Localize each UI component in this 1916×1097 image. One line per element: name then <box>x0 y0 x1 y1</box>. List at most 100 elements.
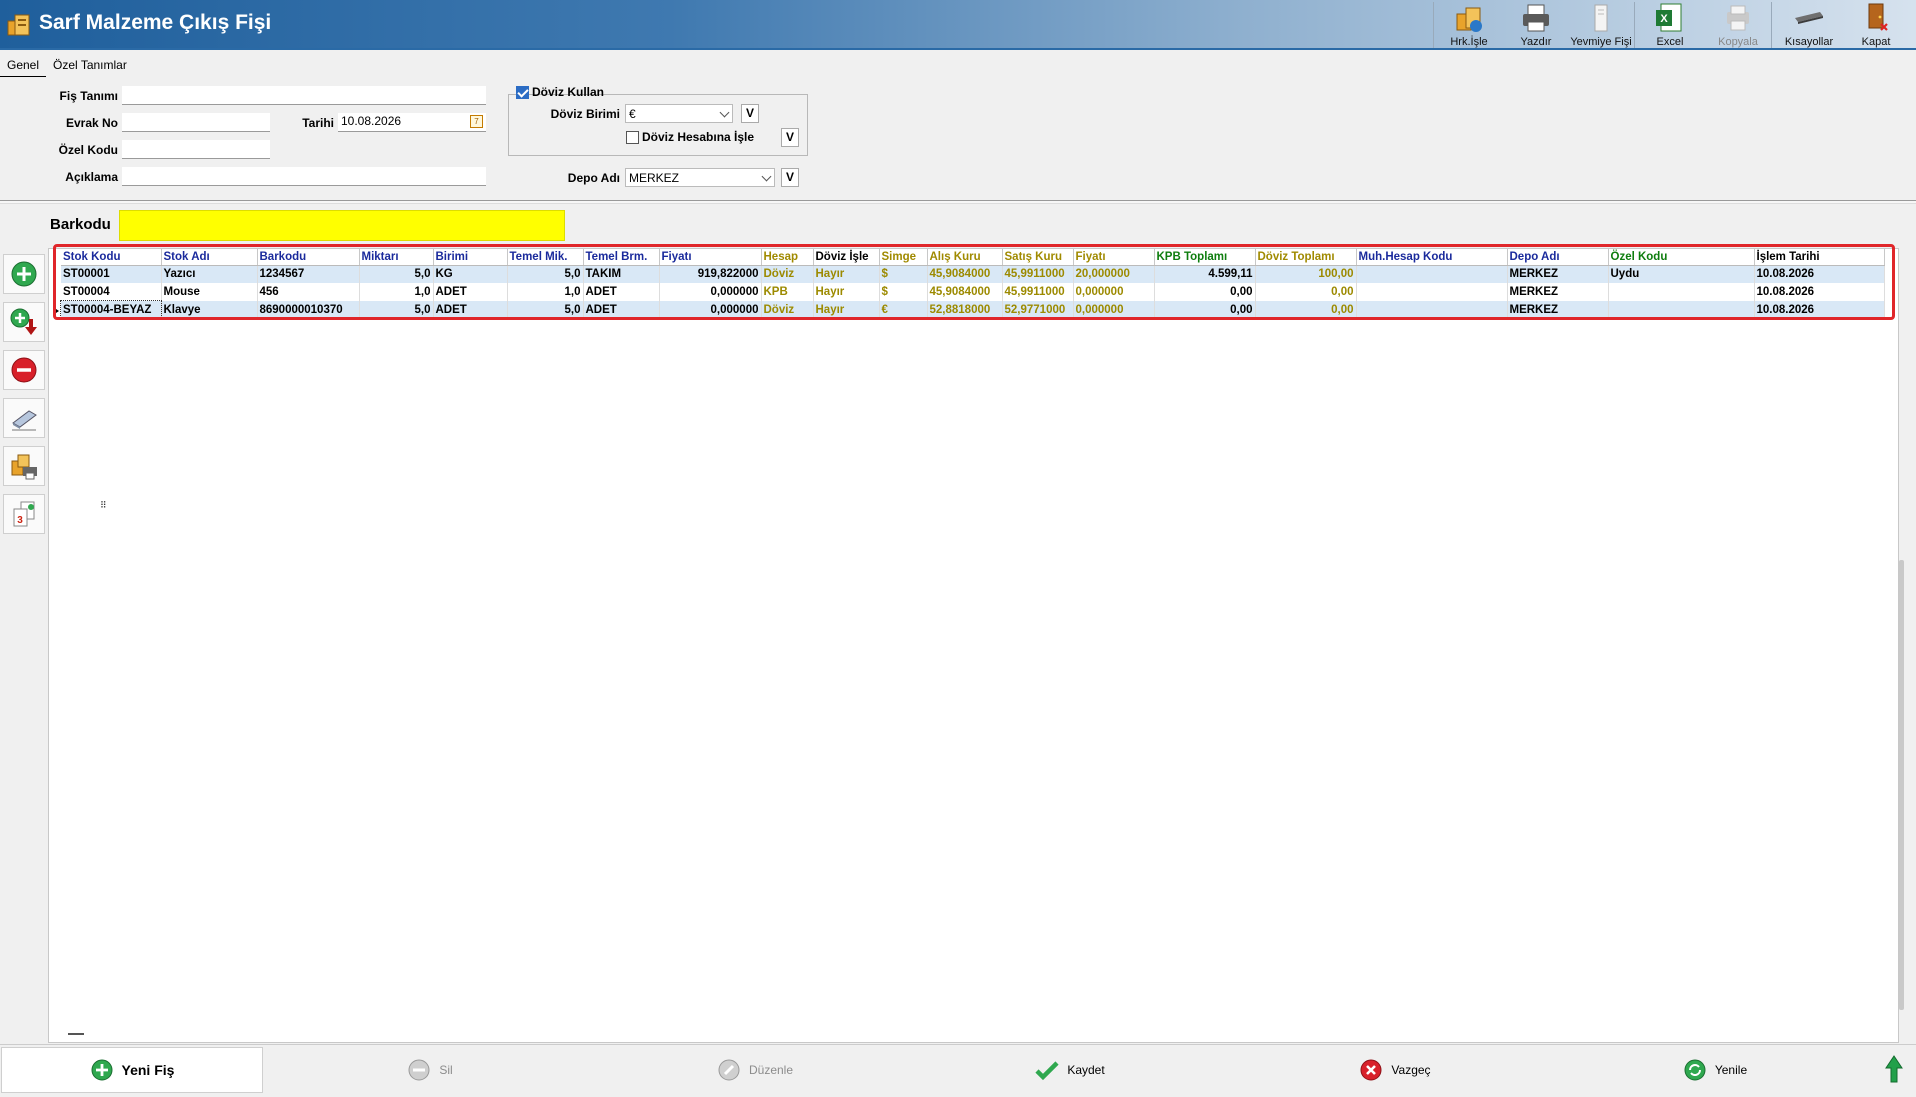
cell-doviz-fiyati[interactable]: 20,000000 <box>1073 265 1155 283</box>
cell-temel-mik[interactable]: 1,0 <box>507 283 584 301</box>
cell-birimi[interactable]: ADET <box>433 283 508 301</box>
cell-doviz-isle[interactable]: Hayır <box>813 301 880 319</box>
cell-barkodu[interactable]: 456 <box>257 283 360 301</box>
col-kpb-toplami[interactable]: KPB Toplamı <box>1154 249 1256 266</box>
yenile-button[interactable]: Yenile <box>1680 1047 1750 1093</box>
cell-hesap[interactable]: Döviz <box>761 265 814 283</box>
cell-satis-kuru[interactable]: 45,9911000 <box>1002 265 1074 283</box>
col-alis-kuru[interactable]: Alış Kuru <box>927 249 1003 266</box>
cell-stok-kodu[interactable]: ST00004 <box>61 283 162 301</box>
col-fiyati[interactable]: Fiyatı <box>659 249 762 266</box>
cell-miktari[interactable]: 5,0 <box>359 301 434 319</box>
cell-barkodu[interactable]: 1234567 <box>257 265 360 283</box>
cell-stok-kodu[interactable]: ST00004-BEYAZ <box>60 300 162 320</box>
cell-stok-adi[interactable]: Yazıcı <box>161 265 258 283</box>
cell-alis-kuru[interactable]: 52,8818000 <box>927 301 1003 319</box>
kopyala-button[interactable]: Kopyala <box>1705 0 1771 50</box>
depo-adi-select[interactable]: MERKEZ <box>625 168 775 187</box>
col-temel-mik[interactable]: Temel Mik. <box>507 249 584 266</box>
col-stok-kodu[interactable]: Stok Kodu <box>61 249 162 266</box>
cell-fiyati[interactable]: 0,000000 <box>659 283 762 301</box>
doviz-birimi-v-button[interactable]: V <box>741 104 759 123</box>
cell-birimi[interactable]: ADET <box>433 301 508 319</box>
cell-islem-tarihi[interactable]: 10.08.2026 <box>1754 301 1885 319</box>
cell-satis-kuru[interactable]: 52,9771000 <box>1002 301 1074 319</box>
horizontal-scroll-thumb[interactable] <box>68 1033 84 1035</box>
cell-doviz-fiyati[interactable]: 0,000000 <box>1073 301 1155 319</box>
cell-islem-tarihi[interactable]: 10.08.2026 <box>1754 283 1885 301</box>
cell-simge[interactable]: $ <box>879 265 928 283</box>
eraser-button[interactable] <box>3 398 45 438</box>
cell-temel-mik[interactable]: 5,0 <box>507 265 584 283</box>
stock-list-button[interactable] <box>3 446 45 486</box>
col-depo-adi[interactable]: Depo Adı <box>1507 249 1609 266</box>
report-button[interactable]: 3 <box>3 494 45 534</box>
cell-simge[interactable]: $ <box>879 283 928 301</box>
col-temel-brm[interactable]: Temel Brm. <box>583 249 660 266</box>
add-row-button[interactable] <box>3 254 45 294</box>
kapat-button[interactable]: Kapat <box>1846 0 1906 50</box>
doviz-kullan-checkbox[interactable]: Döviz Kullan <box>516 85 604 99</box>
yazdir-button[interactable]: Yazdır <box>1504 0 1568 50</box>
col-birimi[interactable]: Birimi <box>433 249 508 266</box>
col-doviz-toplami[interactable]: Döviz Toplamı <box>1255 249 1357 266</box>
cell-hesap[interactable]: Döviz <box>761 301 814 319</box>
cell-barkodu[interactable]: 8690000010370 <box>257 301 360 319</box>
tarihi-input[interactable]: 10.08.2026 7 <box>338 113 486 132</box>
sil-button[interactable]: Sil <box>400 1047 460 1093</box>
cell-temel-mik[interactable]: 5,0 <box>507 301 584 319</box>
col-ozel-kodu[interactable]: Özel Kodu <box>1608 249 1755 266</box>
cell-birimi[interactable]: KG <box>433 265 508 283</box>
cell-fiyati[interactable]: 0,000000 <box>659 301 762 319</box>
doviz-birimi-select[interactable]: € <box>625 104 733 123</box>
kaydet-button[interactable]: Kaydet <box>1030 1047 1110 1093</box>
yevmiye-fisi-button[interactable]: Yevmiye Fişi <box>1568 0 1634 50</box>
cell-temel-brm[interactable]: ADET <box>583 283 660 301</box>
cell-depo-adi[interactable]: MERKEZ <box>1507 301 1609 319</box>
cell-muh-hesap-kodu[interactable] <box>1356 301 1508 319</box>
cell-ozel-kodu[interactable]: Uydu <box>1608 265 1755 283</box>
ozel-kodu-input[interactable] <box>122 140 270 159</box>
kisayollar-button[interactable]: Kısayollar <box>1772 0 1846 50</box>
cell-depo-adi[interactable]: MERKEZ <box>1507 265 1609 283</box>
table-row[interactable]: ST00004 Mouse 456 1,0 ADET 1,0 ADET 0,000000 KPB… <box>61 283 1885 301</box>
barkod-input[interactable] <box>119 210 565 241</box>
cell-doviz-isle[interactable]: Hayır <box>813 265 880 283</box>
cell-temel-brm[interactable]: TAKIM <box>583 265 660 283</box>
cell-satis-kuru[interactable]: 45,9911000 <box>1002 283 1074 301</box>
cell-miktari[interactable]: 5,0 <box>359 265 434 283</box>
table-row[interactable]: ST00001 Yazıcı 1234567 5,0 KG 5,0 TAKIM 919,822… <box>61 265 1885 283</box>
cell-muh-hesap-kodu[interactable] <box>1356 265 1508 283</box>
cell-doviz-toplami[interactable]: 0,00 <box>1255 283 1357 301</box>
col-miktari[interactable]: Miktarı <box>359 249 434 266</box>
col-hesap[interactable]: Hesap <box>761 249 814 266</box>
col-satis-kuru[interactable]: Satış Kuru <box>1002 249 1074 266</box>
cell-kpb-toplami[interactable]: 4.599,11 <box>1154 265 1256 283</box>
cell-miktari[interactable]: 1,0 <box>359 283 434 301</box>
aciklama-input[interactable] <box>122 167 486 186</box>
excel-button[interactable]: X Excel <box>1635 0 1705 50</box>
cell-doviz-toplami[interactable]: 0,00 <box>1255 301 1357 319</box>
cell-hesap[interactable]: KPB <box>761 283 814 301</box>
cell-ozel-kodu[interactable] <box>1608 301 1755 319</box>
cell-simge[interactable]: € <box>879 301 928 319</box>
cell-kpb-toplami[interactable]: 0,00 <box>1154 283 1256 301</box>
cell-muh-hesap-kodu[interactable] <box>1356 283 1508 301</box>
duzenle-button[interactable]: Düzenle <box>710 1047 800 1093</box>
vazgec-button[interactable]: Vazgeç <box>1355 1047 1435 1093</box>
col-doviz-fiyati[interactable]: Fiyatı <box>1073 249 1155 266</box>
cell-alis-kuru[interactable]: 45,9084000 <box>927 265 1003 283</box>
col-islem-tarihi[interactable]: İşlem Tarihi <box>1754 249 1885 266</box>
cell-fiyati[interactable]: 919,822000 <box>659 265 762 283</box>
cell-doviz-toplami[interactable]: 100,00 <box>1255 265 1357 283</box>
col-simge[interactable]: Simge <box>879 249 928 266</box>
cell-stok-adi[interactable]: Klavye <box>161 301 258 319</box>
arrow-up-icon[interactable] <box>1884 1054 1904 1084</box>
evrak-no-input[interactable] <box>122 113 270 132</box>
vertical-scrollbar[interactable] <box>1899 560 1904 1010</box>
depo-adi-v-button[interactable]: V <box>781 168 799 187</box>
calendar-icon[interactable]: 7 <box>470 115 483 128</box>
insert-row-button[interactable] <box>3 302 45 342</box>
cell-ozel-kodu[interactable] <box>1608 283 1755 301</box>
tab-ozel-tanimlar[interactable]: Özel Tanımlar <box>46 55 134 77</box>
